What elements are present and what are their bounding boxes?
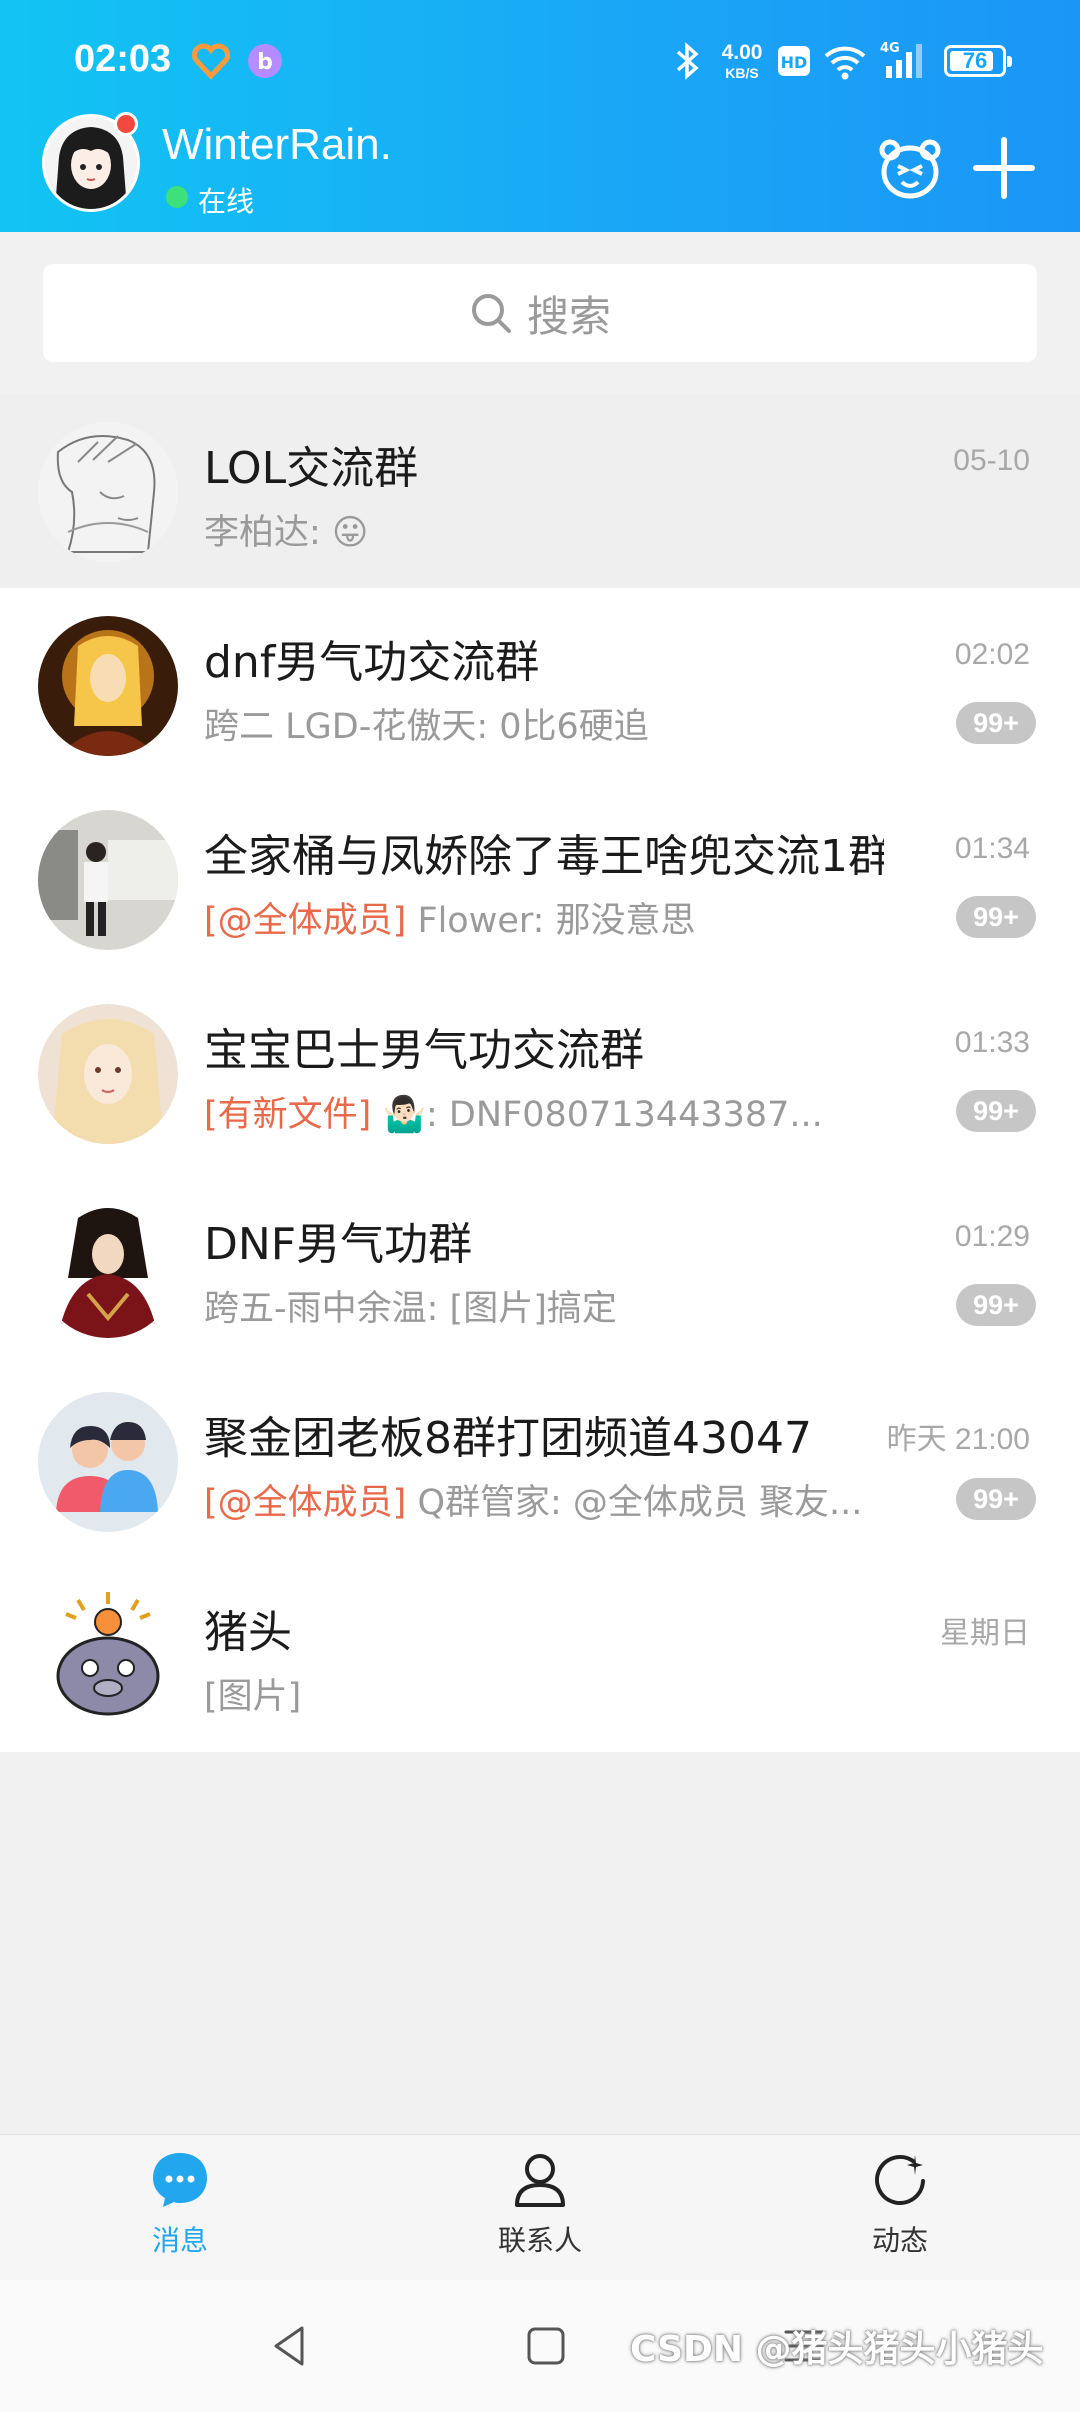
status-time: 02:03 <box>74 38 172 80</box>
bottom-tab-bar: 消息 联系人 动态 <box>0 2134 1080 2280</box>
chat-time: 05-10 <box>953 444 1030 477</box>
chat-time: 昨天 21:00 <box>886 1423 1030 1456</box>
chat-name: 猪头 <box>204 1607 292 1658</box>
chat-avatar <box>38 1586 178 1726</box>
home-icon[interactable] <box>518 2318 574 2374</box>
online-status-icon <box>166 186 188 208</box>
back-icon[interactable] <box>262 2318 318 2374</box>
chat-preview: 李柏达: 😛 <box>204 513 369 553</box>
tab-feed[interactable]: 动态 <box>820 2149 980 2269</box>
chat-avatar <box>38 616 178 756</box>
svg-text:HD: HD <box>781 53 808 72</box>
bluetooth-icon <box>676 42 699 80</box>
signal-icon: 4G <box>880 41 922 78</box>
tab-label: 动态 <box>871 2224 928 2257</box>
battery-indicator: 76 <box>944 45 1012 77</box>
tab-messages[interactable]: 消息 <box>100 2149 260 2269</box>
chat-item[interactable]: LOL交流群 李柏达: 😛 05-10 <box>0 394 1080 588</box>
chat-time: 01:33 <box>954 1026 1030 1059</box>
unread-badge: 99+ <box>956 702 1036 744</box>
chat-avatar <box>38 422 178 562</box>
unread-badge: 99+ <box>956 1478 1036 1520</box>
tab-contacts[interactable]: 联系人 <box>460 2149 620 2269</box>
chat-avatar <box>38 810 178 950</box>
chat-item[interactable]: DNF男气功群 跨五-雨中余温: [图片]搞定 01:29 99+ <box>0 1170 1080 1364</box>
net-speed: 4.00 KB/S <box>721 41 763 81</box>
chat-name: LOL交流群 <box>204 443 419 494</box>
chat-item[interactable]: 聚金团老板8群打团频道43047 [@全体成员] Q群管家: @全体成员 聚友.… <box>0 1364 1080 1558</box>
person-icon <box>515 2154 565 2207</box>
hd-icon: HD <box>778 46 810 76</box>
wifi-icon <box>824 46 866 80</box>
chat-name: 聚金团老板8群打团频道43047 <box>204 1413 812 1464</box>
message-bubble-icon <box>153 2153 207 2207</box>
tongue-emoji-icon: 😛 <box>331 513 369 553</box>
chat-avatar <box>38 1198 178 1338</box>
unread-badge: 99+ <box>956 1090 1036 1132</box>
chat-time: 01:34 <box>954 832 1030 865</box>
refresh-star-icon <box>875 2155 925 2205</box>
search-icon <box>471 294 511 333</box>
profile-status[interactable]: 在线 <box>198 180 254 220</box>
mascot-icon[interactable] <box>870 128 950 208</box>
add-icon[interactable] <box>964 128 1044 208</box>
svg-text:b: b <box>257 50 273 75</box>
bubble-app-icon: b <box>248 44 282 78</box>
chat-time: 01:29 <box>954 1220 1030 1253</box>
chat-item[interactable]: 全家桶与凤娇除了毒王啥兜交流1群 [@全体成员] Flower: 那没意思 01… <box>0 782 1080 976</box>
chat-preview: 跨二 LGD-花傲天: 0比6硬追 <box>204 707 649 747</box>
chat-name: DNF男气功群 <box>204 1219 473 1270</box>
chat-name: 宝宝巴士男气功交流群 <box>204 1025 644 1076</box>
chat-name: 全家桶与凤娇除了毒王啥兜交流1群 <box>204 831 884 882</box>
watermark: CSDN @猪头猪头小猪头 <box>630 2329 1044 2370</box>
chat-avatar <box>38 1004 178 1144</box>
search-bar[interactable]: 搜索 <box>43 264 1037 362</box>
chat-preview: [有新文件] 🤷🏻‍♂️: DNF080713443387... <box>204 1095 823 1135</box>
search-placeholder: 搜索 <box>526 291 611 341</box>
mention-tag: [@全体成员] <box>204 1483 407 1523</box>
chat-time: 02:02 <box>954 638 1030 671</box>
chat-item[interactable]: dnf男气功交流群 跨二 LGD-花傲天: 0比6硬追 02:02 99+ <box>0 588 1080 782</box>
unread-badge: 99+ <box>956 1284 1036 1326</box>
file-tag: [有新文件] <box>204 1095 372 1135</box>
tab-label: 消息 <box>151 2224 208 2257</box>
profile-nickname[interactable]: WinterRain. <box>162 120 392 170</box>
chat-preview: [@全体成员] Flower: 那没意思 <box>204 901 696 941</box>
app-header: 02:03 b 4.00 KB/S HD 4G 76 WinterRain. 在… <box>0 0 1080 232</box>
tab-label: 联系人 <box>497 2224 582 2257</box>
unread-badge: 99+ <box>956 896 1036 938</box>
svg-text:4G: 4G <box>880 41 900 56</box>
chat-name: dnf男气功交流群 <box>204 637 540 688</box>
chat-item[interactable]: 宝宝巴士男气功交流群 [有新文件] 🤷🏻‍♂️: DNF080713443387… <box>0 976 1080 1170</box>
chat-preview: [图片] <box>204 1677 302 1717</box>
chat-item[interactable]: 猪头 [图片] 星期日 <box>0 1558 1080 1752</box>
chat-preview: [@全体成员] Q群管家: @全体成员 聚友... <box>204 1483 863 1523</box>
chat-list: LOL交流群 李柏达: 😛 05-10 dnf男气功交流群 跨二 LGD-花傲天… <box>0 394 1080 1752</box>
notification-dot <box>114 112 138 136</box>
chat-time: 星期日 <box>940 1617 1030 1650</box>
mention-tag: [@全体成员] <box>204 901 407 941</box>
chat-avatar <box>38 1392 178 1532</box>
chat-preview: 跨五-雨中余温: [图片]搞定 <box>204 1289 617 1329</box>
heart-app-icon <box>192 43 230 80</box>
status-bar: 02:03 b 4.00 KB/S HD 4G 76 <box>0 0 1080 120</box>
